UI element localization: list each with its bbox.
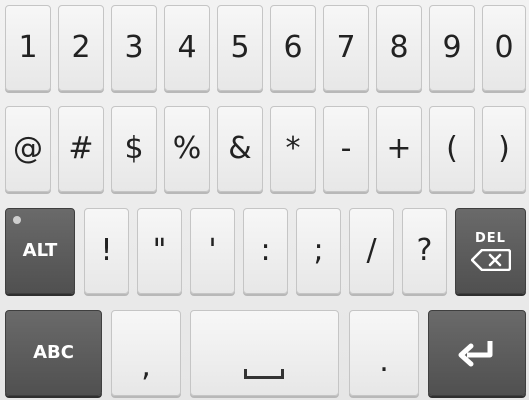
delete-key-content: DEL — [470, 230, 511, 271]
enter-key[interactable] — [428, 310, 526, 396]
key-label: ! — [100, 233, 113, 268]
key-label: ) — [498, 131, 510, 166]
key-4[interactable]: 4 — [164, 5, 210, 91]
key-5[interactable]: 5 — [217, 5, 263, 91]
key-percent[interactable]: % — [164, 106, 210, 192]
key-exclamation[interactable]: ! — [84, 208, 129, 294]
key-label: , — [141, 349, 151, 384]
delete-key[interactable]: DEL — [455, 208, 526, 294]
key-question[interactable]: ? — [402, 208, 447, 294]
key-label: # — [68, 131, 94, 166]
key-3[interactable]: 3 — [111, 5, 157, 91]
key-7[interactable]: 7 — [323, 5, 369, 91]
key-label: . — [379, 344, 389, 379]
key-label: 0 — [494, 30, 514, 65]
key-hash[interactable]: # — [58, 106, 104, 192]
key-label: 3 — [124, 30, 144, 65]
symbol-keyboard: 1 2 3 4 5 6 7 8 9 0 @ # $ % & * - + ( ) … — [0, 0, 529, 400]
key-semicolon[interactable]: ; — [296, 208, 341, 294]
alt-indicator-dot — [13, 216, 21, 224]
key-apostrophe[interactable]: ' — [190, 208, 235, 294]
key-label: 1 — [18, 30, 38, 65]
key-label: - — [340, 131, 352, 166]
delete-key-label: DEL — [475, 230, 506, 246]
key-9[interactable]: 9 — [429, 5, 475, 91]
abc-key-label: ABC — [33, 342, 74, 363]
key-label: * — [285, 131, 301, 166]
key-0[interactable]: 0 — [482, 5, 526, 91]
space-bar-icon — [244, 369, 284, 379]
key-double-quote[interactable]: " — [137, 208, 182, 294]
backspace-icon — [470, 248, 511, 271]
key-close-paren[interactable]: ) — [482, 106, 526, 192]
abc-key[interactable]: ABC — [5, 310, 102, 396]
key-2[interactable]: 2 — [58, 5, 104, 91]
space-key[interactable] — [190, 310, 339, 396]
key-label: 5 — [230, 30, 250, 65]
key-label: " — [152, 233, 167, 268]
key-dollar[interactable]: $ — [111, 106, 157, 192]
key-colon[interactable]: : — [243, 208, 288, 294]
key-label: 6 — [283, 30, 303, 65]
key-label: 4 — [177, 30, 197, 65]
key-label: $ — [124, 131, 144, 166]
key-slash[interactable]: / — [349, 208, 394, 294]
key-1[interactable]: 1 — [5, 5, 51, 91]
key-ampersand[interactable]: & — [217, 106, 263, 192]
key-label: 9 — [442, 30, 462, 65]
key-label: 8 — [389, 30, 409, 65]
key-8[interactable]: 8 — [376, 5, 422, 91]
key-open-paren[interactable]: ( — [429, 106, 475, 192]
alt-key-label: ALT — [22, 240, 58, 261]
alt-key[interactable]: ALT — [5, 208, 75, 294]
key-label: 2 — [71, 30, 91, 65]
key-asterisk[interactable]: * — [270, 106, 316, 192]
key-plus[interactable]: + — [376, 106, 422, 192]
key-label: @ — [13, 131, 43, 166]
key-label: 7 — [336, 30, 356, 65]
key-label: : — [260, 233, 271, 268]
key-period[interactable]: . — [349, 310, 419, 396]
key-label: & — [228, 131, 252, 166]
key-label: ' — [208, 233, 217, 268]
enter-arrow-icon — [458, 341, 493, 367]
key-label: % — [172, 131, 202, 166]
key-6[interactable]: 6 — [270, 5, 316, 91]
key-label: ; — [313, 233, 324, 268]
key-at[interactable]: @ — [5, 106, 51, 192]
key-label: + — [386, 131, 412, 166]
key-minus[interactable]: - — [323, 106, 369, 192]
key-label: ( — [446, 131, 458, 166]
key-label: ? — [416, 233, 433, 268]
key-comma[interactable]: , — [111, 310, 181, 396]
key-label: / — [366, 233, 377, 268]
